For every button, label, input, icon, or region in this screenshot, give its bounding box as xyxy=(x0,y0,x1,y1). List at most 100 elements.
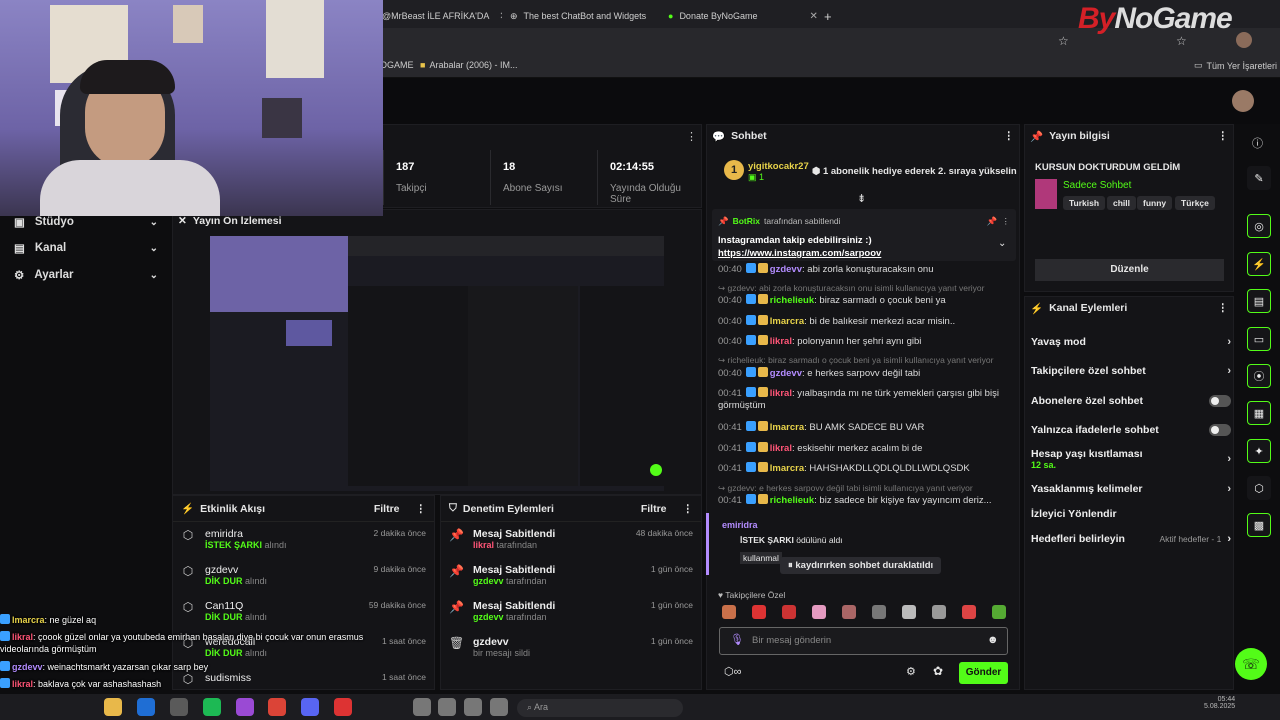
moderation-row[interactable]: 🗑 gzdevv bir mesajı sildi 1 gün önce xyxy=(441,630,701,666)
close-icon[interactable]: ✕ xyxy=(178,215,187,227)
wrench-icon[interactable]: ✦ xyxy=(1247,439,1271,463)
emote-icon[interactable] xyxy=(902,605,916,619)
more-icon[interactable]: ⋮ xyxy=(416,503,427,515)
activity-row[interactable]: ⬡ emiridra İSTEK ŞARKI alındı 2 dakika önce xyxy=(173,522,434,558)
chat-username[interactable]: likral xyxy=(770,336,792,347)
chat-username[interactable]: richelieuk xyxy=(770,295,814,306)
more-icon[interactable]: ⋮ xyxy=(1002,216,1011,227)
gear-icon[interactable]: ⚙ xyxy=(906,665,916,678)
chat-username[interactable]: richelieuk xyxy=(770,495,814,506)
sidebar-item-channel[interactable]: ▤ Kanal ⌄ xyxy=(0,235,170,261)
chat-paused-banner[interactable]: ⏸ kaydırırken sohbet duraklatıldı xyxy=(780,557,942,574)
clapper-icon[interactable]: ▩ xyxy=(1247,513,1271,537)
bookmark-item[interactable]: OGAME xyxy=(380,60,414,70)
activity-row[interactable]: ⬡ Can11Q DİK DUR alındı 59 dakika önce xyxy=(173,594,434,630)
pencil-icon[interactable]: ✎ xyxy=(1247,166,1271,190)
channel-action[interactable]: Yavaş mod › xyxy=(1031,335,1231,349)
filter-button[interactable]: Filtre xyxy=(641,503,667,515)
info-icon[interactable]: ⓘ xyxy=(1252,135,1263,151)
bookmark-item[interactable]: ■ Arabalar (2006) - IM... xyxy=(420,60,517,70)
close-icon[interactable]: ✕ xyxy=(499,11,502,22)
expand-icon[interactable]: ⇟ xyxy=(857,192,866,205)
notification-icon[interactable] xyxy=(438,698,456,716)
star-icon[interactable]: ☆ xyxy=(1058,34,1069,48)
chat-username[interactable]: lmarcra xyxy=(770,316,804,327)
pinned-link[interactable]: https://www.instagram.com/sarpoov xyxy=(718,248,881,259)
send-button[interactable]: Gönder xyxy=(959,662,1008,684)
chat-username[interactable]: lmarcra xyxy=(770,463,804,474)
category-link[interactable]: Sadece Sohbet xyxy=(1063,180,1131,191)
gift-cta[interactable]: ⬢ 1 abonelik hediye ederek 2. sıraya yük… xyxy=(812,166,1017,177)
stream-preview-video[interactable] xyxy=(210,236,664,491)
outlook-icon[interactable] xyxy=(137,698,155,716)
user-avatar[interactable] xyxy=(1232,90,1254,112)
broadcast-icon[interactable]: ⦿ xyxy=(1247,364,1271,388)
emote-icon[interactable] xyxy=(962,605,976,619)
tag-chip[interactable]: chill xyxy=(1107,196,1137,210)
taskbar-clock[interactable]: 05:44 5.08.2025 xyxy=(1204,696,1235,710)
more-icon[interactable]: ⋮ xyxy=(1218,302,1229,315)
chat-username[interactable]: lmarcra xyxy=(770,422,804,433)
badge-icon[interactable]: ✿ xyxy=(933,664,943,678)
emoji-icon[interactable]: ☻ xyxy=(987,634,999,646)
browser-tab[interactable]: ⊕The best ChatBot and Widgets✕ xyxy=(510,5,655,27)
kick-icon[interactable]: ⬡ xyxy=(1247,476,1271,500)
emote-icon[interactable] xyxy=(932,605,946,619)
toggle-switch[interactable] xyxy=(1209,424,1231,436)
edit-button[interactable]: Düzenle xyxy=(1035,259,1224,281)
taskbar-search[interactable]: ⌕ Ara xyxy=(517,699,683,717)
chat-username[interactable]: gzdevv xyxy=(770,368,802,379)
support-chat-button[interactable]: ☏ xyxy=(1235,648,1267,680)
emote-icon[interactable] xyxy=(812,605,826,619)
tag-chip[interactable]: Turkish xyxy=(1063,196,1106,210)
target-icon[interactable]: ◎ xyxy=(1247,214,1271,238)
spotify-icon[interactable] xyxy=(203,698,221,716)
more-icon[interactable]: ⋮ xyxy=(1218,130,1229,143)
chat-username[interactable]: likral xyxy=(770,388,792,399)
all-bookmarks[interactable]: ▭ Tüm Yer İşaretleri xyxy=(1194,60,1277,71)
moderation-row[interactable]: 📌 Mesaj Sabitlendi likral tarafından 48 dak… xyxy=(441,522,701,558)
storage-icon[interactable]: ▦ xyxy=(1247,401,1271,425)
emote-icon[interactable] xyxy=(872,605,886,619)
message-icon[interactable]: ▭ xyxy=(1247,327,1271,351)
unpin-icon[interactable]: 📌 xyxy=(987,216,998,227)
app-icon[interactable] xyxy=(236,698,254,716)
chevron-down-icon[interactable]: ⌄ xyxy=(998,238,1006,249)
chrome-icon[interactable] xyxy=(268,698,286,716)
profile-avatar[interactable] xyxy=(1236,32,1252,48)
sidebar-item-settings[interactable]: ⚙ Ayarlar ⌄ xyxy=(0,262,170,288)
store-icon[interactable] xyxy=(170,698,188,716)
browser-tab[interactable]: @MrBeast İLE AFRİKA'DA ✕ xyxy=(382,5,502,27)
emote-icon[interactable] xyxy=(722,605,736,619)
channel-action[interactable]: İzleyici Yönlendir xyxy=(1031,507,1231,521)
tag-chip[interactable]: Türkçe xyxy=(1175,196,1215,210)
moderation-row[interactable]: 📌 Mesaj Sabitlendi gzdevv tarafından 1 gün … xyxy=(441,558,701,594)
channel-action[interactable]: Hedefleri belirleyin Aktif hedefler - 1 › xyxy=(1031,532,1231,546)
app-icon[interactable] xyxy=(334,698,352,716)
channel-action[interactable]: Yasaklanmış kelimeler › xyxy=(1031,482,1231,496)
chat-username[interactable]: likral xyxy=(770,443,792,454)
settings-icon[interactable] xyxy=(490,698,508,716)
close-icon[interactable]: ✕ xyxy=(809,11,817,22)
file-explorer-icon[interactable] xyxy=(104,698,122,716)
channel-action[interactable]: Takipçilere özel sohbet › xyxy=(1031,364,1231,378)
emote-icon[interactable] xyxy=(752,605,766,619)
tag-chip[interactable]: funny xyxy=(1137,196,1173,210)
widgets-icon[interactable] xyxy=(413,698,431,716)
bookmark-star-icon[interactable]: ☆ xyxy=(1176,34,1187,48)
kick-icon[interactable]: ⬡∞ xyxy=(724,665,741,678)
channel-action[interactable]: Abonelere özel sohbet xyxy=(1031,394,1231,408)
mic-icon[interactable]: 🎙 xyxy=(730,633,744,646)
emote-icon[interactable] xyxy=(782,605,796,619)
chat-username[interactable]: gzdevv xyxy=(770,264,802,275)
channel-action[interactable]: Hesap yaşı kısıtlaması 12 sa. › xyxy=(1031,448,1231,470)
activity-row[interactable]: ⬡ gzdevv DİK DUR alındı 9 dakika önce xyxy=(173,558,434,594)
pin-icon[interactable] xyxy=(464,698,482,716)
clipboard-icon[interactable]: ▤ xyxy=(1247,289,1271,313)
gift-user[interactable]: yigitkocakr27 ▣ 1 xyxy=(748,161,809,183)
emote-icon[interactable] xyxy=(842,605,856,619)
lightning-icon[interactable]: ⚡ xyxy=(1247,252,1271,276)
moderation-row[interactable]: 📌 Mesaj Sabitlendi gzdevv tarafından 1 gün … xyxy=(441,594,701,630)
more-icon[interactable]: ⋮ xyxy=(1004,130,1015,143)
filter-button[interactable]: Filtre xyxy=(374,503,400,515)
